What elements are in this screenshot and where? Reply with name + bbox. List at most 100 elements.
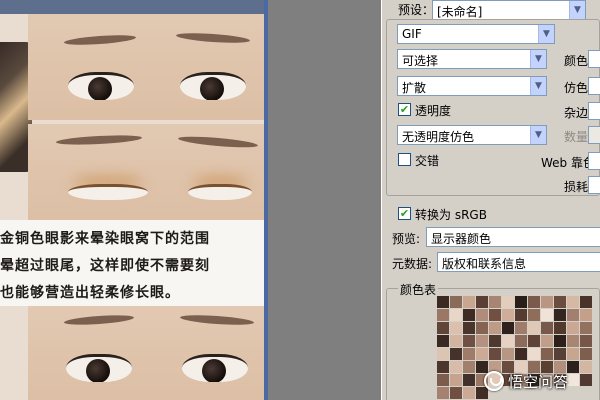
color-swatch[interactable]	[580, 296, 592, 308]
color-swatch[interactable]	[489, 348, 501, 360]
color-swatch[interactable]	[450, 309, 462, 321]
dither-algorithm-select[interactable]: 扩散 ▼	[397, 76, 547, 96]
color-swatch[interactable]	[528, 335, 540, 347]
color-swatch[interactable]	[450, 361, 462, 373]
transparency-checkbox[interactable]: ✔	[398, 103, 411, 116]
amount-field[interactable]	[588, 126, 600, 144]
color-swatch[interactable]	[463, 296, 475, 308]
color-swatch[interactable]	[450, 322, 462, 334]
color-swatch[interactable]	[463, 322, 475, 334]
color-swatch[interactable]	[450, 296, 462, 308]
color-swatch[interactable]	[580, 322, 592, 334]
color-swatch[interactable]	[541, 335, 553, 347]
color-swatch[interactable]	[528, 296, 540, 308]
color-swatch[interactable]	[476, 348, 488, 360]
chevron-down-icon[interactable]: ▼	[569, 1, 585, 19]
color-swatch[interactable]	[489, 335, 501, 347]
color-swatch[interactable]	[450, 374, 462, 386]
color-swatch[interactable]	[437, 361, 449, 373]
color-swatch[interactable]	[580, 309, 592, 321]
matte-field[interactable]	[588, 102, 600, 120]
colors-field[interactable]	[588, 50, 600, 68]
color-swatch[interactable]	[502, 309, 514, 321]
color-swatch[interactable]	[463, 361, 475, 373]
color-swatch[interactable]	[463, 387, 475, 399]
color-swatch[interactable]	[567, 374, 579, 386]
color-swatch[interactable]	[515, 296, 527, 308]
format-value: GIF	[402, 27, 422, 41]
color-swatch[interactable]	[476, 309, 488, 321]
color-swatch[interactable]	[528, 348, 540, 360]
color-swatch[interactable]	[580, 348, 592, 360]
color-swatch[interactable]	[450, 335, 462, 347]
color-swatch[interactable]	[580, 335, 592, 347]
color-swatch[interactable]	[463, 309, 475, 321]
color-swatch[interactable]	[502, 335, 514, 347]
color-swatch[interactable]	[541, 322, 553, 334]
color-swatch[interactable]	[502, 322, 514, 334]
chevron-down-icon[interactable]: ▼	[530, 77, 546, 95]
preset-select[interactable]: [未命名] ▼	[432, 0, 586, 20]
color-swatch[interactable]	[554, 322, 566, 334]
color-swatch[interactable]	[437, 296, 449, 308]
color-swatch[interactable]	[502, 296, 514, 308]
chevron-down-icon[interactable]: ▼	[530, 126, 546, 144]
brow-right	[179, 313, 255, 327]
color-swatch[interactable]	[489, 296, 501, 308]
color-swatch[interactable]	[528, 322, 540, 334]
convert-srgb-checkbox[interactable]: ✔	[398, 207, 411, 220]
color-swatch[interactable]	[567, 361, 579, 373]
color-swatch[interactable]	[541, 296, 553, 308]
color-swatch[interactable]	[567, 335, 579, 347]
color-swatch[interactable]	[437, 374, 449, 386]
color-swatch[interactable]	[567, 348, 579, 360]
color-swatch[interactable]	[554, 348, 566, 360]
color-swatch[interactable]	[437, 348, 449, 360]
color-swatch[interactable]	[515, 348, 527, 360]
color-swatch[interactable]	[580, 361, 592, 373]
color-swatch[interactable]	[502, 348, 514, 360]
color-swatch[interactable]	[437, 387, 449, 399]
color-swatch[interactable]	[554, 335, 566, 347]
web-snap-field[interactable]	[588, 152, 600, 170]
caption-line-3: 也能够营造出轻柔修长眼。	[0, 285, 180, 301]
color-swatch[interactable]	[567, 309, 579, 321]
chevron-down-icon[interactable]: ▼	[538, 25, 554, 43]
chevron-down-icon[interactable]: ▼	[530, 50, 546, 68]
lossy-field[interactable]	[588, 176, 600, 194]
color-swatch[interactable]	[554, 296, 566, 308]
color-swatch[interactable]	[450, 348, 462, 360]
color-swatch[interactable]	[515, 322, 527, 334]
color-swatch[interactable]	[476, 322, 488, 334]
preview-select[interactable]: 显示器颜色	[426, 227, 600, 247]
metadata-select[interactable]: 版权和联系信息	[437, 252, 600, 272]
interlaced-checkbox[interactable]	[398, 153, 411, 166]
color-swatch[interactable]	[476, 335, 488, 347]
watermark-text: 悟空问答	[508, 372, 569, 391]
color-swatch[interactable]	[541, 309, 553, 321]
color-swatch[interactable]	[515, 335, 527, 347]
color-swatch[interactable]	[567, 296, 579, 308]
color-swatch[interactable]	[437, 335, 449, 347]
color-swatch[interactable]	[476, 296, 488, 308]
format-select[interactable]: GIF ▼	[397, 24, 555, 44]
color-swatch[interactable]	[489, 309, 501, 321]
color-reduction-select[interactable]: 可选择 ▼	[397, 49, 547, 69]
color-swatch[interactable]	[554, 309, 566, 321]
color-swatch[interactable]	[541, 348, 553, 360]
color-swatch[interactable]	[463, 348, 475, 360]
color-swatch[interactable]	[450, 387, 462, 399]
color-swatch[interactable]	[528, 309, 540, 321]
dither-field[interactable]	[588, 77, 600, 95]
color-swatch[interactable]	[580, 374, 592, 386]
color-swatch[interactable]	[437, 309, 449, 321]
color-swatch[interactable]	[489, 322, 501, 334]
color-swatch[interactable]	[567, 322, 579, 334]
color-swatch[interactable]	[463, 335, 475, 347]
eye-photo-1	[28, 14, 264, 120]
color-swatch[interactable]	[437, 322, 449, 334]
convert-srgb-label: 转换为 sRGB	[415, 208, 487, 222]
transparency-dither-select[interactable]: 无透明度仿色 ▼	[397, 125, 547, 145]
color-swatch[interactable]	[515, 309, 527, 321]
color-swatch[interactable]	[463, 374, 475, 386]
